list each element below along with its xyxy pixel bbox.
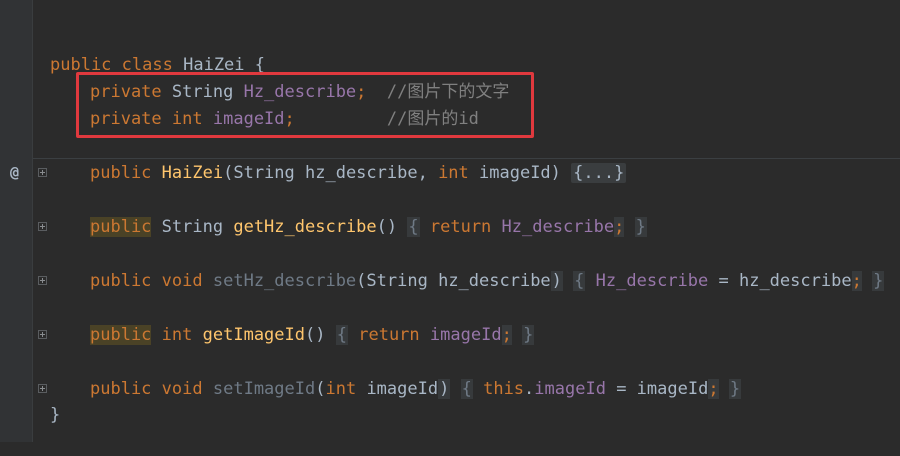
keyword: this	[483, 379, 525, 399]
code-line-get-imageid[interactable]: public int getImageId() { return imageId…	[0, 322, 900, 349]
param-name: hz_describe,	[294, 163, 439, 183]
semicolon: ;	[851, 271, 862, 291]
keyword: public	[90, 379, 152, 399]
code-line-set-imageid[interactable]: public void setImageId(int imageId) { th…	[0, 376, 900, 403]
brace: }	[728, 379, 742, 399]
paren: (	[315, 379, 326, 399]
param-type: int	[438, 163, 469, 183]
parens: ()	[376, 217, 398, 237]
assignment: = imageId	[605, 379, 709, 399]
field-ref: Hz_describe	[595, 271, 709, 291]
brace: }	[634, 217, 647, 237]
keyword: return	[358, 325, 420, 345]
paren: )	[550, 163, 561, 183]
keyword: public	[90, 271, 152, 291]
brace: {	[573, 271, 586, 291]
brace: {	[407, 217, 420, 237]
return-type: void	[161, 271, 203, 291]
semicolon: ;	[708, 379, 719, 399]
paren: )	[438, 379, 451, 399]
assignment: = hz_describe	[708, 271, 852, 291]
semicolon: ;	[501, 325, 512, 345]
semicolon: ;	[614, 217, 625, 237]
return-type: void	[161, 379, 203, 399]
param-type: int	[325, 379, 357, 399]
brace: }	[50, 405, 61, 425]
brace: {	[335, 325, 348, 345]
code-line-set-describe[interactable]: public void setHz_describe(String hz_des…	[0, 268, 900, 295]
method-name: getHz_describe	[233, 217, 377, 237]
paren: (	[223, 163, 234, 183]
method-name: getImageId	[202, 325, 305, 345]
parens: ()	[305, 325, 326, 345]
code-line-constructor[interactable]: public HaiZei(String hz_describe, int im…	[0, 160, 900, 187]
return-type: int	[161, 325, 193, 345]
field-ref: imageId	[534, 379, 606, 399]
field-ref: imageId	[429, 325, 502, 345]
keyword: public	[90, 163, 152, 183]
keyword: return	[429, 217, 492, 237]
brace: }	[872, 271, 885, 291]
method-name: setImageId	[212, 379, 316, 399]
folded-code-block[interactable]: {...}	[571, 163, 627, 183]
param-type: String	[366, 271, 428, 291]
param-type: String	[233, 163, 295, 183]
method-name: setHz_describe	[212, 271, 357, 291]
constructor-name: HaiZei	[161, 163, 224, 183]
param-name: imageId	[468, 163, 551, 183]
method-separator	[33, 158, 900, 159]
field-ref: Hz_describe	[501, 217, 615, 237]
param-name: hz_describe	[427, 271, 551, 291]
brace: {	[460, 379, 473, 399]
code-line-get-describe[interactable]: public String getHz_describe() { return …	[0, 214, 900, 241]
param-name: imageId	[356, 379, 439, 399]
code-line-class-close[interactable]: }	[0, 402, 900, 429]
keyword: public	[90, 217, 152, 237]
brace: }	[522, 325, 535, 345]
paren: )	[550, 271, 563, 291]
dot: .	[524, 379, 535, 399]
return-type: String	[161, 217, 224, 237]
paren: (	[356, 271, 367, 291]
keyword: public	[90, 325, 152, 345]
highlight-annotation-box	[76, 72, 534, 138]
